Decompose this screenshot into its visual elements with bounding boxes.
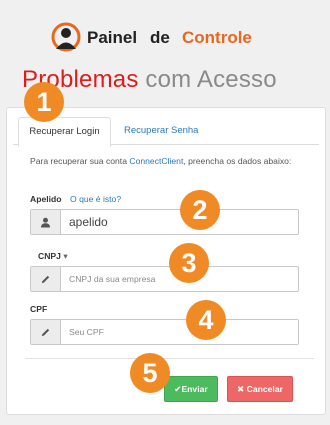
- pencil-icon: [41, 328, 50, 336]
- user-target-logo-icon: [51, 22, 81, 52]
- footer-divider: [25, 358, 314, 359]
- close-icon: ✖: [237, 384, 245, 394]
- apelido-field[interactable]: apelido: [30, 209, 299, 235]
- pencil-icon-addon: [31, 267, 61, 291]
- cnpj-field[interactable]: CNPJ da sua empresa: [30, 266, 299, 292]
- pencil-icon-addon: [31, 320, 61, 344]
- connectclient-link[interactable]: ConnectClient: [129, 156, 183, 166]
- submit-button[interactable]: ✔Enviar: [164, 376, 218, 402]
- submit-label: Enviar: [181, 384, 208, 394]
- info-text: Para recuperar sua conta ConnectClient, …: [30, 156, 315, 167]
- user-icon-addon: [31, 210, 61, 234]
- doc-type-label: CNPJ: [38, 251, 61, 261]
- chevron-down-icon: ▾: [63, 251, 68, 261]
- step-badge-5: 5: [130, 353, 170, 393]
- cancel-button[interactable]: ✖ Cancelar: [227, 376, 293, 402]
- pencil-icon: [41, 275, 50, 283]
- info-text-before: Para recuperar sua conta: [30, 156, 130, 166]
- cpf-field[interactable]: Seu CPF: [30, 319, 299, 345]
- brand-word-2: de: [150, 28, 170, 47]
- brand-word-3: Controle: [182, 28, 252, 47]
- user-icon: [40, 217, 51, 228]
- step-badge-2: 2: [180, 190, 220, 230]
- tab-recuperar-senha[interactable]: Recuperar Senha: [124, 117, 198, 144]
- step-badge-3: 3: [169, 243, 209, 283]
- cpf-label: CPF: [30, 304, 48, 314]
- apelido-label: Apelido: [30, 194, 62, 204]
- apelido-input[interactable]: apelido: [69, 210, 108, 234]
- step-badge-1: 1: [24, 82, 64, 122]
- cnpj-input[interactable]: CNPJ da sua empresa: [69, 267, 155, 291]
- header: Painel de Controle: [0, 22, 330, 56]
- cpf-input[interactable]: Seu CPF: [69, 320, 104, 344]
- tab-recuperar-login[interactable]: Recuperar Login: [18, 117, 111, 147]
- page-title-part-2: com Acesso: [145, 66, 277, 93]
- doc-type-dropdown[interactable]: CNPJ ▾: [38, 251, 68, 262]
- apelido-help-link[interactable]: O que é isto?: [70, 194, 121, 204]
- brand-word-1: Painel: [87, 28, 138, 47]
- info-text-after: , preencha os dados abaixo:: [183, 156, 292, 166]
- cancel-label: Cancelar: [246, 384, 283, 394]
- step-badge-4: 4: [186, 300, 226, 340]
